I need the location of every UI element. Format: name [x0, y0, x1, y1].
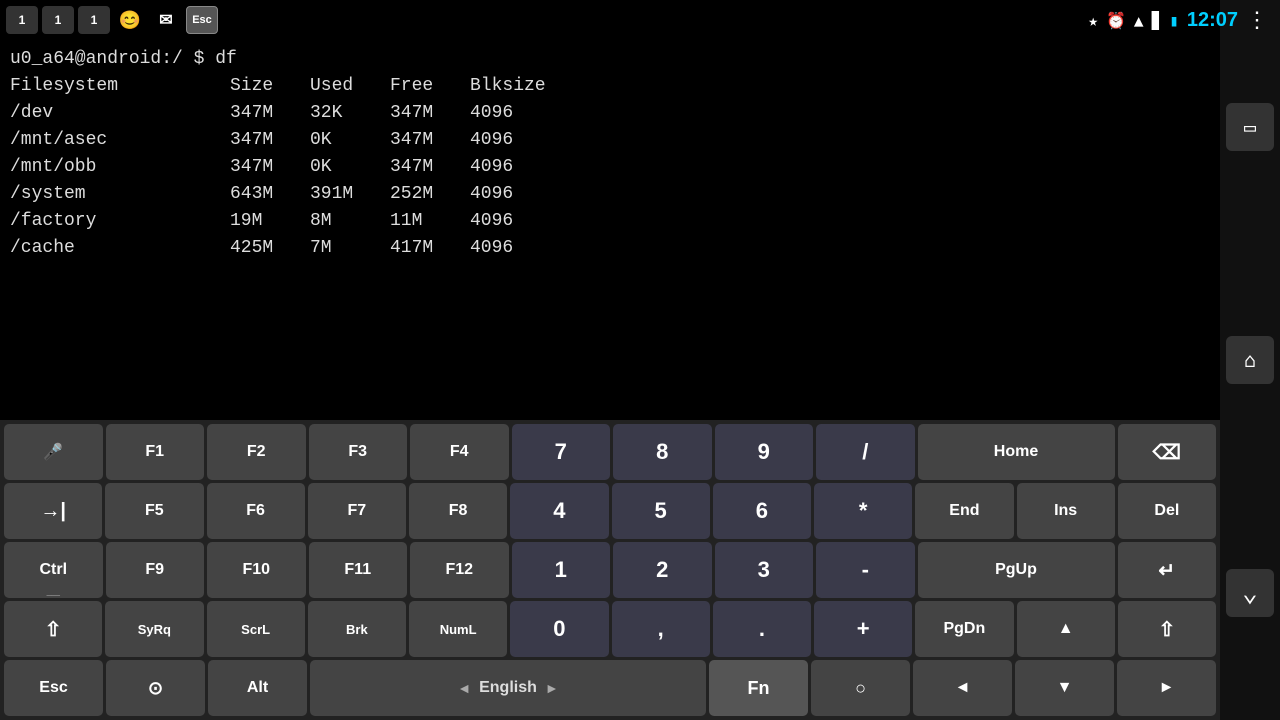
- f5-key[interactable]: F5: [105, 483, 203, 539]
- circle-key[interactable]: ○: [811, 660, 910, 716]
- num8-key[interactable]: 8: [613, 424, 712, 480]
- f4-key[interactable]: F4: [410, 424, 509, 480]
- home-key[interactable]: Home: [918, 424, 1115, 480]
- keyboard-row-5: Esc ⊙ Alt ◄ English ► Fn ○ ◄ ▼ ►: [4, 660, 1216, 716]
- esc-key[interactable]: Esc: [4, 660, 103, 716]
- bluetooth-icon: ★: [1088, 11, 1098, 30]
- f9-key[interactable]: F9: [106, 542, 205, 598]
- tab-key[interactable]: →|: [4, 483, 102, 539]
- wifi-icon: ▲: [1134, 11, 1144, 30]
- break-key[interactable]: Brk: [308, 601, 406, 657]
- num9-key[interactable]: 9: [715, 424, 814, 480]
- f10-key[interactable]: F10: [207, 542, 306, 598]
- num7-key[interactable]: 7: [512, 424, 611, 480]
- shift-left-key[interactable]: ⇧: [4, 601, 102, 657]
- numlock-key[interactable]: NumL: [409, 601, 507, 657]
- f11-key[interactable]: F11: [309, 542, 408, 598]
- shift-right-key[interactable]: ⇧: [1118, 601, 1216, 657]
- pgdn-key[interactable]: PgDn: [915, 601, 1013, 657]
- backspace-key[interactable]: ⌫: [1118, 424, 1217, 480]
- num3-key[interactable]: 3: [715, 542, 814, 598]
- num2-key[interactable]: 2: [613, 542, 712, 598]
- period-key[interactable]: .: [713, 601, 811, 657]
- plus-key[interactable]: +: [814, 601, 912, 657]
- num4-key[interactable]: 4: [510, 483, 608, 539]
- nav-home-button[interactable]: ⌂: [1226, 336, 1274, 384]
- keyboard-row-3: Ctrl ___ F9 F10 F11 F12 1 2 3 - PgUp ↵: [4, 542, 1216, 598]
- enter-key[interactable]: ↵: [1118, 542, 1217, 598]
- f6-key[interactable]: F6: [207, 483, 305, 539]
- pgup-key[interactable]: PgUp: [918, 542, 1115, 598]
- notif-mail-icon: ✉: [150, 6, 182, 34]
- alt-key[interactable]: Alt: [208, 660, 307, 716]
- num5-key[interactable]: 5: [612, 483, 710, 539]
- nav-back-button[interactable]: ⌄: [1226, 569, 1274, 617]
- f12-key[interactable]: F12: [410, 542, 509, 598]
- settings-key[interactable]: ⊙: [106, 660, 205, 716]
- notif-esc-icon: Esc: [186, 6, 218, 34]
- language-label: English: [479, 679, 537, 697]
- f2-key[interactable]: F2: [207, 424, 306, 480]
- alarm-icon: ⏰: [1106, 11, 1126, 30]
- lang-right-arrow: ►: [545, 680, 559, 696]
- left-arrow-key[interactable]: ◄: [913, 660, 1012, 716]
- num6-key[interactable]: 6: [713, 483, 811, 539]
- terminal-output: u0_a64@android:/ $ df Filesystem Size Us…: [0, 40, 1220, 420]
- del-key[interactable]: Del: [1118, 483, 1216, 539]
- keyboard: 🎤 F1 F2 F3 F4 7 8 9 / Home ⌫ →| F5 F6 F7…: [0, 420, 1220, 720]
- down-arrow-key[interactable]: ▼: [1015, 660, 1114, 716]
- notification-bar: 1 1 1 😊 ✉ Esc: [0, 0, 218, 40]
- lang-left-arrow: ◄: [457, 680, 471, 696]
- mic-key[interactable]: 🎤: [4, 424, 103, 480]
- table-row: /dev347M32K347M4096: [10, 100, 1210, 127]
- end-key[interactable]: End: [915, 483, 1013, 539]
- notif-smiley-icon: 😊: [114, 6, 146, 34]
- minus-key[interactable]: -: [816, 542, 915, 598]
- asterisk-key[interactable]: *: [814, 483, 912, 539]
- ins-key[interactable]: Ins: [1017, 483, 1115, 539]
- f3-key[interactable]: F3: [309, 424, 408, 480]
- table-row: /cache425M7M417M4096: [10, 235, 1210, 262]
- ctrl-key[interactable]: Ctrl ___: [4, 542, 103, 598]
- table-row: /mnt/obb347M0K347M4096: [10, 154, 1210, 181]
- terminal-prompt: u0_a64@android:/ $ df: [10, 46, 1210, 73]
- table-row: /mnt/asec347M0K347M4096: [10, 127, 1210, 154]
- up-arrow-key[interactable]: ▲: [1017, 601, 1115, 657]
- sysrq-key[interactable]: SyRq: [105, 601, 203, 657]
- nav-recent-button[interactable]: ▭: [1226, 103, 1274, 151]
- f8-key[interactable]: F8: [409, 483, 507, 539]
- right-nav-panel: ▭ ⌂ ⌄: [1220, 0, 1280, 720]
- notif-icon-1: 1: [6, 6, 38, 34]
- slash-key[interactable]: /: [816, 424, 915, 480]
- signal-icon: ▊: [1152, 11, 1162, 30]
- comma-key[interactable]: ,: [612, 601, 710, 657]
- f1-key[interactable]: F1: [106, 424, 205, 480]
- num1-key[interactable]: 1: [512, 542, 611, 598]
- num0-key[interactable]: 0: [510, 601, 608, 657]
- table-row: /factory19M8M11M4096: [10, 208, 1210, 235]
- notif-icon-2: 1: [42, 6, 74, 34]
- scrolllock-key[interactable]: ScrL: [207, 601, 305, 657]
- keyboard-row-2: →| F5 F6 F7 F8 4 5 6 * End Ins Del: [4, 483, 1216, 539]
- table-row: /system643M391M252M4096: [10, 181, 1210, 208]
- keyboard-row-4: ⇧ SyRq ScrL Brk NumL 0 , . + PgDn ▲ ⇧: [4, 601, 1216, 657]
- fn-key[interactable]: Fn: [709, 660, 808, 716]
- f7-key[interactable]: F7: [308, 483, 406, 539]
- language-selector[interactable]: ◄ English ►: [310, 660, 706, 716]
- clock: 12:07: [1187, 9, 1238, 32]
- keyboard-row-1: 🎤 F1 F2 F3 F4 7 8 9 / Home ⌫: [4, 424, 1216, 480]
- status-bar: ★ ⏰ ▲ ▊ ▮ 12:07 ⋮: [1088, 0, 1280, 40]
- terminal-header: Filesystem Size Used Free Blksize: [10, 73, 1210, 100]
- right-arrow-key[interactable]: ►: [1117, 660, 1216, 716]
- menu-dots-button[interactable]: ⋮: [1246, 7, 1268, 33]
- notif-icon-3: 1: [78, 6, 110, 34]
- battery-icon: ▮: [1169, 11, 1179, 30]
